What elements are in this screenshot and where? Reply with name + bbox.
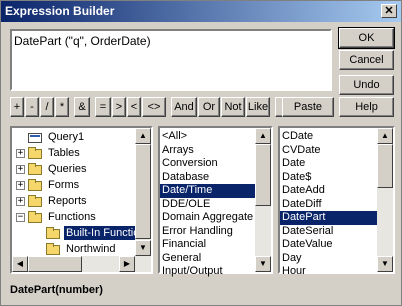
scroll-thumb[interactable] [255,144,271,206]
category-vertical-scrollbar[interactable]: ▲ ▼ [255,128,271,272]
tree-node[interactable]: Query1 [12,129,135,145]
expand-icon[interactable]: + [16,165,25,174]
scroll-left-icon[interactable]: ◀ [12,256,28,272]
list-item[interactable]: DateValue [280,238,377,252]
scroll-thumb[interactable] [28,256,82,272]
folder-icon [28,211,42,223]
divide-operator-button[interactable]: / [40,97,54,117]
minus-operator-button[interactable]: - [25,97,39,117]
expression-builder-window: Expression Builder ✕ DatePart ("q", Orde… [0,0,402,306]
tree-node-label: Tables [48,147,80,159]
list-item[interactable]: General [160,252,255,266]
scroll-up-icon[interactable]: ▲ [377,128,393,144]
list-item[interactable]: DateAdd [280,184,377,198]
scroll-down-icon[interactable]: ▼ [135,240,151,256]
list-item[interactable]: Date$ [280,171,377,185]
window-title: Expression Builder [5,4,115,18]
function-list[interactable]: CDate CVDate Date Date$ DateAdd DateDiff DateP… [278,126,395,277]
function-syntax: DatePart(number) [10,284,103,296]
list-item[interactable]: CDate [280,130,377,144]
tree-node-label: Northwind [66,243,116,255]
tree-vertical-scrollbar[interactable]: ▲ ▼ [135,128,151,272]
folder-icon [28,147,42,159]
scroll-thumb[interactable] [135,144,151,239]
list-item[interactable]: <All> [160,130,255,144]
equals-operator-button[interactable]: = [95,97,111,117]
list-item[interactable]: Hour [280,265,377,279]
list-item[interactable]: Financial [160,238,255,252]
list-item[interactable]: DateDiff [280,198,377,212]
tree-node-label: Built-In Functions [64,226,135,240]
list-item[interactable]: Conversion [160,157,255,171]
tree-node[interactable]: + Reports [12,193,135,209]
or-operator-button[interactable]: Or [198,97,220,117]
folder-icon [46,243,60,255]
expression-textbox[interactable]: DatePart ("q", OrderDate) [10,29,332,91]
function-vertical-scrollbar[interactable]: ▲ ▼ [377,128,393,272]
list-item[interactable]: Database [160,171,255,185]
title-bar[interactable]: Expression Builder ✕ [1,1,401,22]
list-item[interactable]: DateSerial [280,225,377,239]
list-item[interactable]: Date [280,157,377,171]
tree-node[interactable]: + Tables [12,145,135,161]
category-list[interactable]: <All> Arrays Conversion Database Date/Time DD… [158,126,273,277]
tree-node-label: Reports [48,195,87,207]
list-item[interactable]: Error Handling [160,225,255,239]
not-equal-operator-button[interactable]: <> [142,97,166,117]
expand-icon[interactable]: + [16,149,25,158]
less-than-operator-button[interactable]: < [127,97,141,117]
list-item[interactable]: DatePart [280,211,377,225]
folder-icon [28,195,42,207]
scroll-down-icon[interactable]: ▼ [255,256,271,272]
expand-icon[interactable]: + [16,181,25,190]
scroll-down-icon[interactable]: ▼ [377,256,393,272]
close-icon[interactable]: ✕ [381,4,397,18]
expand-icon[interactable]: + [16,197,25,206]
scroll-up-icon[interactable]: ▲ [135,128,151,144]
tree-node[interactable]: + Queries [12,161,135,177]
list-item[interactable]: Day [280,252,377,266]
undo-button[interactable]: Undo [339,75,394,95]
concatenate-operator-button[interactable]: & [74,97,90,117]
list-item[interactable]: Domain Aggregate [160,211,255,225]
tree-node-label: Queries [48,163,87,175]
multiply-operator-button[interactable]: * [55,97,69,117]
paste-button[interactable]: Paste [282,97,334,117]
tree-node-label: Forms [48,179,80,191]
scroll-right-icon[interactable]: ▶ [119,256,135,272]
list-item[interactable]: Arrays [160,144,255,158]
tree-node-label: Query1 [48,131,85,143]
tree-node[interactable]: + Forms [12,177,135,193]
ok-button[interactable]: OK [338,27,395,49]
cancel-button[interactable]: Cancel [339,50,394,70]
folder-icon [28,163,42,175]
like-operator-button[interactable]: Like [246,97,270,117]
list-item[interactable]: Date/Time [160,184,255,198]
open-folder-icon [46,227,60,239]
list-item[interactable]: Input/Output [160,265,255,279]
tree-node[interactable]: Northwind [12,241,135,257]
and-operator-button[interactable]: And [171,97,197,117]
list-item[interactable]: DDE/OLE [160,198,255,212]
scroll-up-icon[interactable]: ▲ [255,128,271,144]
scroll-thumb[interactable] [377,144,393,188]
tree-node[interactable]: − Functions [12,209,135,225]
list-item[interactable]: CVDate [280,144,377,158]
query-icon [28,133,42,143]
object-tree[interactable]: Query1 + Tables + Queries + Forms + Reports − Func… [10,126,153,274]
tree-node-label: Functions [48,211,96,223]
tree-node[interactable]: Built-In Functions [12,225,135,241]
not-operator-button[interactable]: Not [221,97,245,117]
collapse-icon[interactable]: − [16,213,25,222]
greater-than-operator-button[interactable]: > [112,97,126,117]
folder-icon [28,179,42,191]
tree-horizontal-scrollbar[interactable]: ◀ ▶ [12,256,135,272]
help-button[interactable]: Help [339,97,394,117]
plus-operator-button[interactable]: + [10,97,24,117]
